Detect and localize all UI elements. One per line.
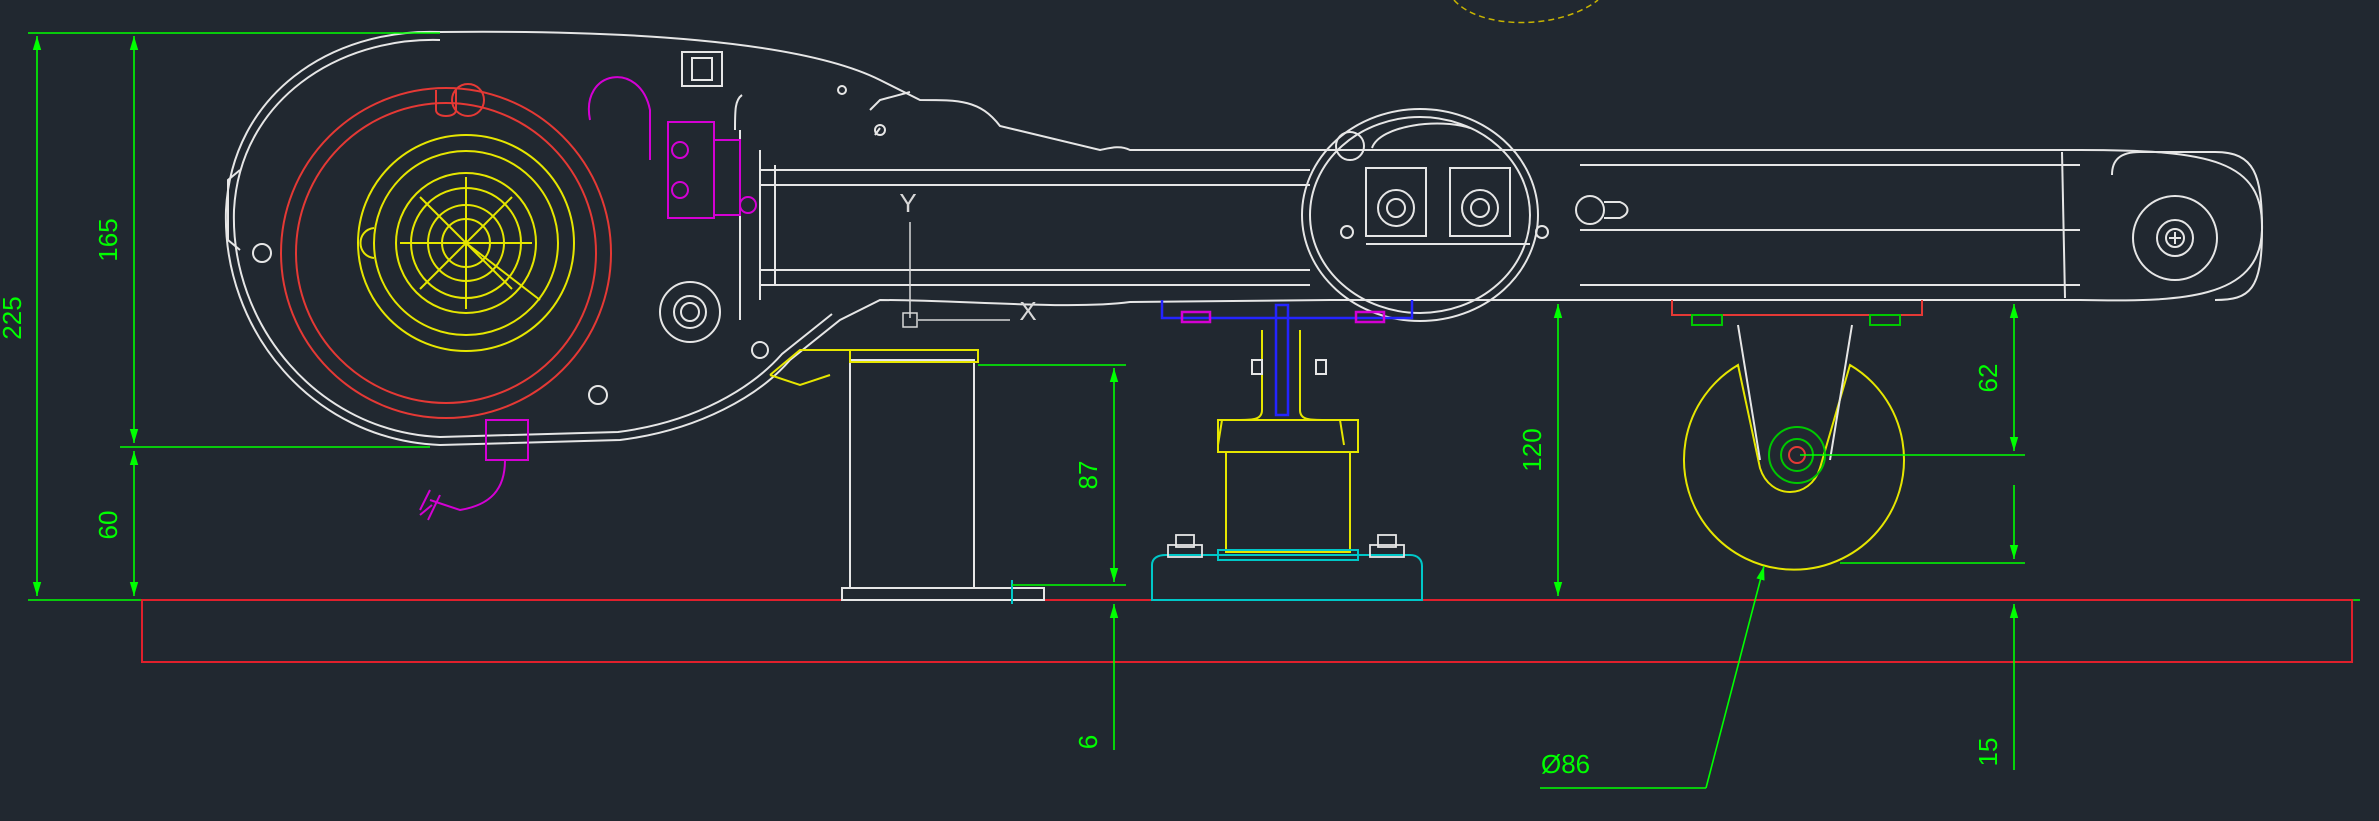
caster-wheel bbox=[1671, 300, 1923, 571]
dimension-lines bbox=[28, 32, 2025, 789]
motor-rotor bbox=[280, 83, 612, 419]
dim-body-height: 165 bbox=[93, 218, 123, 261]
mount-bracket bbox=[1160, 300, 1414, 417]
dim-wheel-diameter: Ø86 bbox=[1541, 749, 1590, 779]
x-axis-label: X bbox=[1019, 296, 1036, 326]
axis-markers: Y X bbox=[899, 188, 1037, 328]
motor-housing bbox=[224, 30, 2264, 447]
dim-overall-height: 225 bbox=[0, 296, 27, 339]
cad-drawing: Y X 225 165 60 87 6 120 62 15 Ø86 bbox=[0, 0, 2360, 789]
dim-caster-height: 62 bbox=[1973, 364, 2003, 393]
dim-post-height: 87 bbox=[1073, 461, 1103, 490]
clearance-arc bbox=[1453, 0, 1599, 24]
post-cap bbox=[769, 349, 979, 387]
y-axis-label: Y bbox=[899, 188, 916, 218]
gear-assembly bbox=[357, 134, 575, 352]
dim-caster-clearance: 15 bbox=[1973, 738, 2003, 767]
support-post bbox=[841, 359, 1045, 604]
dim-foot-height: 120 bbox=[1517, 428, 1547, 471]
floor-plate bbox=[28, 599, 2360, 663]
dim-floor-offset: 6 bbox=[1073, 735, 1103, 749]
dim-base-clearance: 60 bbox=[93, 511, 123, 540]
foot-bolts bbox=[1167, 534, 1405, 558]
gearbox-oval bbox=[1301, 108, 1629, 322]
end-roller bbox=[2061, 151, 2264, 301]
